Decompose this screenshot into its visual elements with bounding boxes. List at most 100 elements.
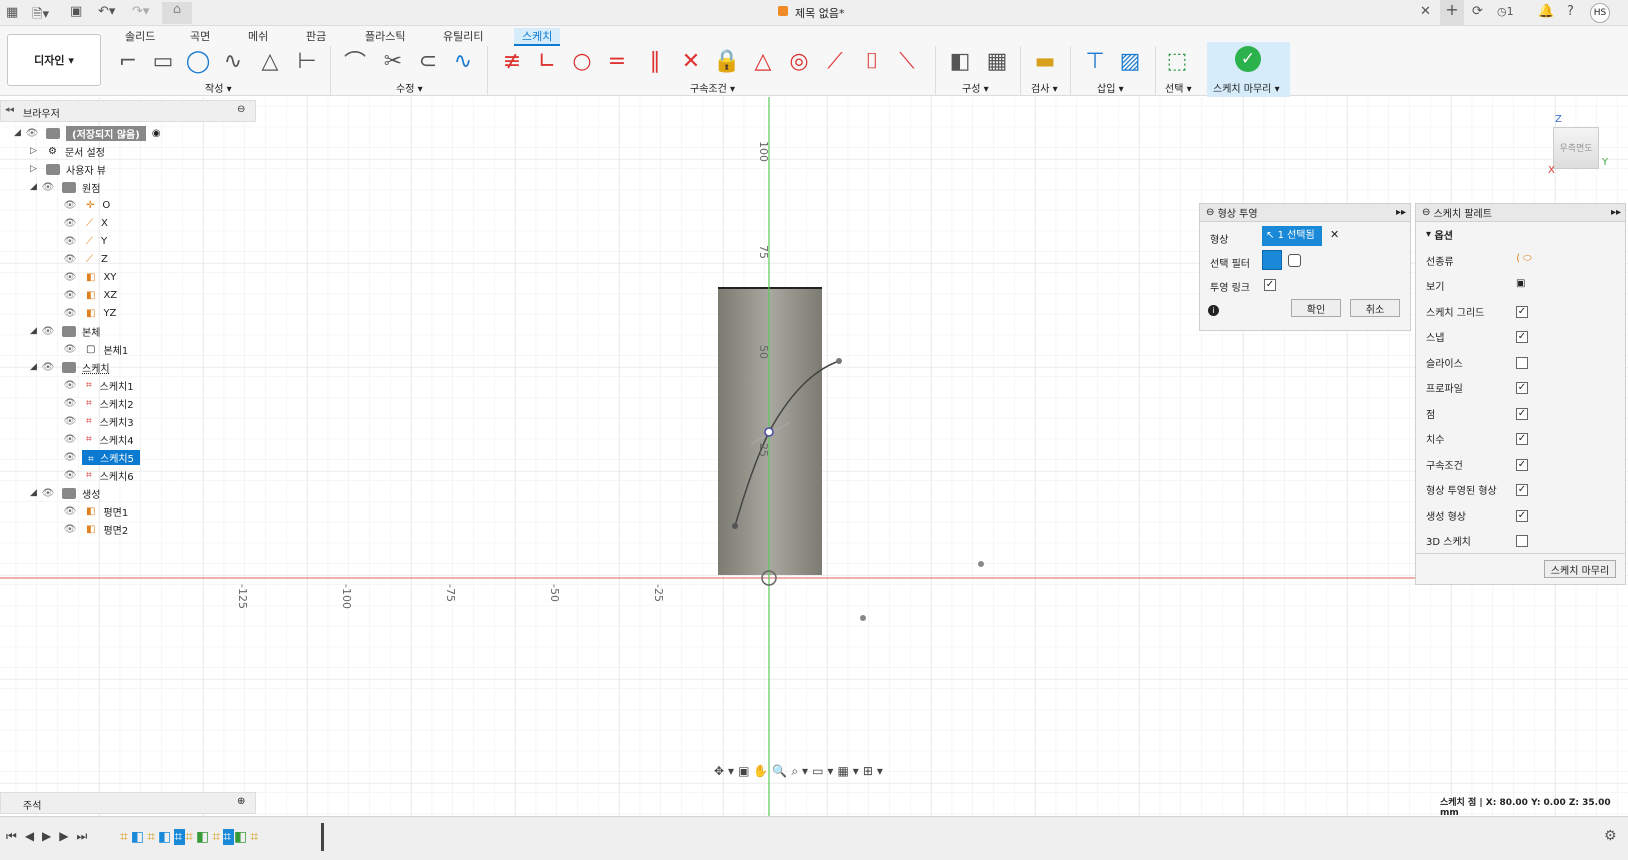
tab-utility[interactable]: 유틸리티 [443,28,483,44]
tree-item[interactable]: ▷ 사용자 뷰 [0,160,256,178]
dimension-icon[interactable]: ⊢ [292,46,322,76]
tab-sheetmetal[interactable]: 판금 [306,28,326,44]
tab-sketch[interactable]: 스케치 [514,28,561,46]
clear-selection-icon[interactable]: ✕ [1330,228,1339,241]
eye-icon[interactable]: 👁 [62,236,78,247]
grid-icon[interactable]: ▦▾ [837,764,862,778]
equal-icon[interactable]: = [602,46,632,76]
file-menu-icon[interactable]: 🗎▾ [32,5,49,27]
3d-sketch-checkbox[interactable] [1516,535,1528,547]
spline-icon[interactable]: ∿ [218,46,248,76]
orbit-icon[interactable]: ✥▾ [714,764,738,778]
home-icon[interactable]: ⌂ [162,2,192,24]
tree-item[interactable]: 👁 ◧ YZ [0,304,256,322]
snap-checkbox[interactable]: ✓ [1516,331,1528,343]
redo-icon[interactable]: ↷▾ [132,4,149,19]
tree-item[interactable]: 👁 ⟋ Y [0,232,256,250]
tree-item[interactable]: 👁 ◧ 평면1 [0,502,256,520]
browser-options-icon[interactable]: ⊖ [237,104,245,115]
activate-radio-icon[interactable]: ◉ [152,128,161,139]
construction-line-icon[interactable]: ⟨ ⬭ [1516,253,1532,264]
previous-step-icon[interactable]: ◀ [25,829,42,843]
eye-icon[interactable]: 👁 [62,452,78,463]
finish-sketch-button[interactable]: ✓ 스케치 마무리 ▾ [1207,42,1290,97]
tree-item[interactable]: 👁 ⌗ 스케치6 [0,466,256,484]
tree-item[interactable]: ◢ 👁 생성 [0,484,256,502]
timeline-features[interactable]: ⌗◧⌗◧⌗⌗◧⌗⌗◧⌗ [120,829,261,845]
design-workspace-button[interactable]: 디자인 ▾ [7,34,101,86]
eye-icon[interactable]: 👁 [62,218,78,229]
eye-icon[interactable]: 👁 [62,344,78,355]
apps-grid-icon[interactable]: ▦ [6,5,18,20]
timeline-marker[interactable] [321,823,324,851]
constraints-checkbox[interactable]: ✓ [1516,458,1528,471]
palette-row-constraints[interactable]: 구속조건 ✓ [1416,452,1625,478]
refresh-icon[interactable]: ⟳ [1472,4,1483,19]
eye-icon[interactable]: 👁 [62,416,78,427]
tangent-icon[interactable]: ○ [567,46,597,76]
undo-icon[interactable]: ↶▾ [98,4,115,19]
display-icon[interactable]: ▭▾ [812,764,837,778]
eye-icon[interactable]: 👁 [62,434,78,445]
rectangle-icon[interactable]: ▭ [148,46,178,76]
construct-group[interactable]: 구성 ▾ [962,80,989,95]
projected-geometry-checkbox[interactable]: ✓ [1516,484,1528,496]
collapse-icon[interactable]: ⊖ [1206,207,1214,218]
palette-row-projected[interactable]: 형상 투영된 형상 ✓ [1416,477,1625,503]
eye-icon[interactable]: 👁 [62,290,78,301]
eye-icon[interactable]: 👁 [62,506,78,517]
eye-icon[interactable]: 👁 [40,362,56,373]
expand-icon[interactable]: ▷ [30,146,40,156]
grid-checkbox[interactable]: ✓ [1516,305,1528,318]
line-icon[interactable]: ⌐ [113,46,143,76]
expand-icon[interactable]: ◢ [30,326,40,336]
project-dialog-header[interactable]: ⊖ 형상 투영 ▸▸ [1200,204,1410,222]
close-tab-icon[interactable]: ✕ [1420,4,1431,19]
tree-item[interactable]: ◢ 👁 스케치 [0,358,256,376]
eye-icon[interactable]: 👁 [62,308,78,319]
palette-finish-sketch-button[interactable]: 스케치 마무리 [1544,560,1616,578]
tree-item[interactable]: ◢ 👁 본체 [0,322,256,340]
tree-item[interactable]: 👁 ◧ XZ [0,286,256,304]
mirror-icon[interactable]: △ [255,46,285,76]
sketch-curve-icon[interactable]: ∿ [448,46,478,76]
select-group[interactable]: 선택 ▾ [1165,80,1192,95]
comments-panel[interactable]: 주석 ⊕ [0,792,256,814]
timeline-extrude-icon[interactable]: ◧ [158,829,174,845]
insert-image-icon[interactable]: ▨ [1115,46,1145,76]
construction-geometry-checkbox[interactable]: ✓ [1516,509,1528,522]
profile-checkbox[interactable]: ✓ [1516,382,1528,394]
palette-row-3d-sketch[interactable]: 3D 스케치 [1416,528,1625,554]
palette-row-profile[interactable]: 프로파일 ✓ [1416,375,1625,401]
timeline-sketch-icon[interactable]: ⌗ [250,829,261,845]
eye-icon[interactable]: 👁 [62,254,78,265]
last-step-icon[interactable]: ⏭ [77,829,96,843]
modify-group[interactable]: 수정 ▾ [396,80,423,95]
timeline-plane-icon[interactable]: ◧ [196,829,212,845]
timeline-plane-icon[interactable]: ◧ [234,829,250,845]
ok-button[interactable]: 확인 [1291,299,1341,317]
cancel-button[interactable]: 취소 [1350,299,1400,317]
viewports-icon[interactable]: ⊞▾ [863,764,887,778]
tree-item-active[interactable]: 👁 ⌗ 스케치5 [0,448,256,466]
midpoint-icon[interactable]: ⟋ [820,46,850,76]
eye-icon[interactable]: 👁 [40,182,56,193]
expand-icon[interactable]: ◢ [30,488,40,498]
save-icon[interactable]: ▣ [70,4,82,19]
tree-item[interactable]: 👁 ⟋ Z [0,250,256,268]
circle-icon[interactable]: ◯ [183,46,213,76]
sketch-point[interactable] [764,427,774,437]
help-icon[interactable]: ? [1567,4,1574,19]
tree-item[interactable]: 👁 ⌗ 스케치4 [0,430,256,448]
viewcube[interactable]: 우측면도 [1553,127,1599,169]
concentric-icon[interactable]: ◎ [784,46,814,76]
symmetry-icon[interactable]: ⌷ [857,46,887,76]
construct-table-icon[interactable]: ▦ [982,46,1012,76]
constraints-group[interactable]: 구속조건 ▾ [690,80,735,95]
tab-mesh[interactable]: 메쉬 [248,28,268,44]
job-status[interactable]: ◷1 [1497,5,1514,18]
points-checkbox[interactable]: ✓ [1516,407,1528,420]
timeline-selected-icon[interactable]: ⌗ [223,829,235,845]
fix-lock-icon[interactable]: 🔒 [712,46,742,76]
expand-icon[interactable]: ◢ [30,182,40,192]
